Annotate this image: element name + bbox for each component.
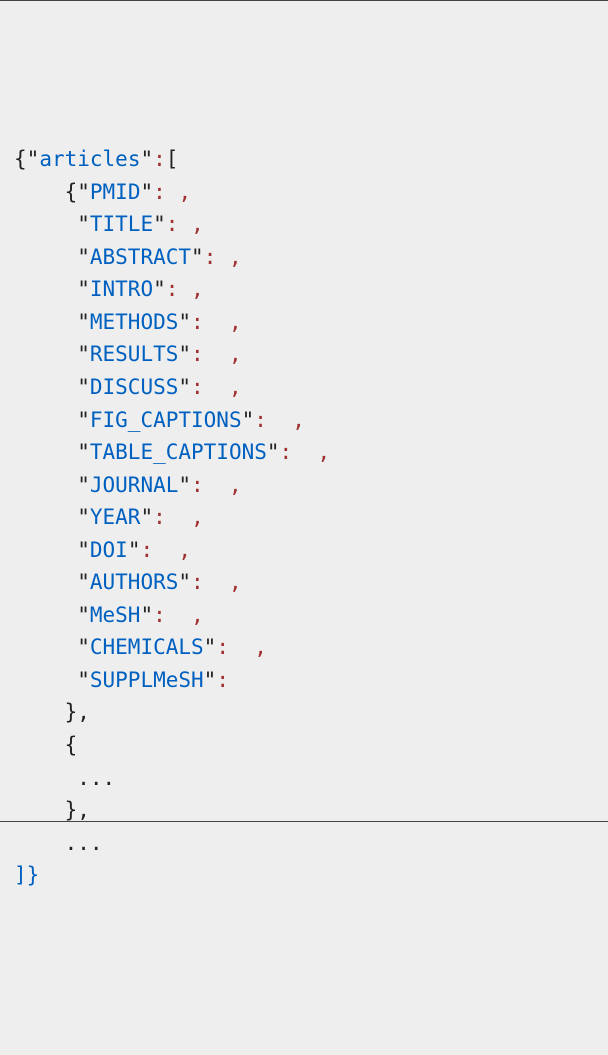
key-methods: METHODS — [90, 310, 179, 334]
quote: " — [128, 538, 141, 562]
quote: " — [204, 668, 217, 692]
colon: : — [216, 668, 229, 692]
key-pmid: PMID — [90, 180, 141, 204]
quote: " — [77, 245, 90, 269]
key-intro: INTRO — [90, 277, 153, 301]
colon: : — [153, 505, 166, 529]
close-brace-comma: }, — [65, 798, 90, 822]
quote: " — [178, 473, 191, 497]
close-brace-comma: }, — [65, 700, 90, 724]
json-schema-block: {"articles":[ {"PMID": , "TITLE": , "ABS… — [14, 143, 594, 892]
comma: , — [318, 440, 331, 464]
colon: : — [254, 408, 267, 432]
quote: " — [242, 408, 255, 432]
quote: " — [77, 212, 90, 236]
colon: : — [191, 310, 204, 334]
colon: : — [166, 212, 179, 236]
quote: " — [77, 440, 90, 464]
ellipsis: ... — [65, 831, 103, 855]
key-doi: DOI — [90, 538, 128, 562]
quote: " — [77, 603, 90, 627]
colon: : — [280, 440, 293, 464]
key-chemicals: CHEMICALS — [90, 635, 204, 659]
comma: , — [191, 277, 204, 301]
quote: " — [77, 310, 90, 334]
comma: , — [191, 603, 204, 627]
quote: " — [178, 310, 191, 334]
quote: " — [77, 180, 90, 204]
quote: " — [178, 342, 191, 366]
colon: : — [166, 277, 179, 301]
colon: : — [140, 538, 153, 562]
bracket-open: [ — [166, 147, 179, 171]
colon: : — [191, 473, 204, 497]
key-mesh: MeSH — [90, 603, 141, 627]
comma: , — [229, 473, 242, 497]
quote: " — [77, 408, 90, 432]
colon: : — [204, 245, 217, 269]
comma: , — [191, 212, 204, 236]
brace-open: { — [14, 147, 27, 171]
key-results: RESULTS — [90, 342, 179, 366]
quote: " — [178, 570, 191, 594]
colon: : — [191, 342, 204, 366]
key-discuss: DISCUSS — [90, 375, 179, 399]
key-journal: JOURNAL — [90, 473, 179, 497]
quote: " — [204, 635, 217, 659]
comma: , — [229, 310, 242, 334]
quote: " — [178, 375, 191, 399]
quote: " — [77, 635, 90, 659]
comma: , — [229, 245, 242, 269]
colon: : — [191, 375, 204, 399]
quote: " — [153, 277, 166, 301]
quote: " — [77, 668, 90, 692]
quote: " — [77, 375, 90, 399]
quote: " — [140, 505, 153, 529]
colon: : — [153, 180, 166, 204]
quote: " — [77, 277, 90, 301]
quote: " — [77, 342, 90, 366]
close-array-brace: ]} — [14, 863, 39, 887]
colon: : — [216, 635, 229, 659]
comma: , — [229, 342, 242, 366]
quote: " — [77, 570, 90, 594]
comma: , — [178, 180, 191, 204]
key-abstract: ABSTRACT — [90, 245, 191, 269]
comma: , — [229, 570, 242, 594]
quote: " — [77, 473, 90, 497]
colon: : — [153, 603, 166, 627]
quote: " — [140, 147, 153, 171]
brace-open: { — [65, 733, 78, 757]
quote: " — [140, 180, 153, 204]
key-year: YEAR — [90, 505, 141, 529]
key-articles: articles — [39, 147, 140, 171]
key-table-captions: TABLE_CAPTIONS — [90, 440, 267, 464]
quote: " — [27, 147, 40, 171]
comma: , — [191, 505, 204, 529]
colon: : — [153, 147, 166, 171]
key-authors: AUTHORS — [90, 570, 179, 594]
quote: " — [267, 440, 280, 464]
brace-open: { — [65, 180, 78, 204]
comma: , — [229, 375, 242, 399]
quote: " — [77, 505, 90, 529]
colon: : — [191, 570, 204, 594]
quote: " — [191, 245, 204, 269]
quote: " — [140, 603, 153, 627]
comma: , — [178, 538, 191, 562]
quote: " — [153, 212, 166, 236]
key-supplmesh: SUPPLMeSH — [90, 668, 204, 692]
key-title: TITLE — [90, 212, 153, 236]
key-fig-captions: FIG_CAPTIONS — [90, 408, 242, 432]
comma: , — [292, 408, 305, 432]
ellipsis: ... — [77, 766, 115, 790]
quote: " — [77, 538, 90, 562]
comma: , — [254, 635, 267, 659]
